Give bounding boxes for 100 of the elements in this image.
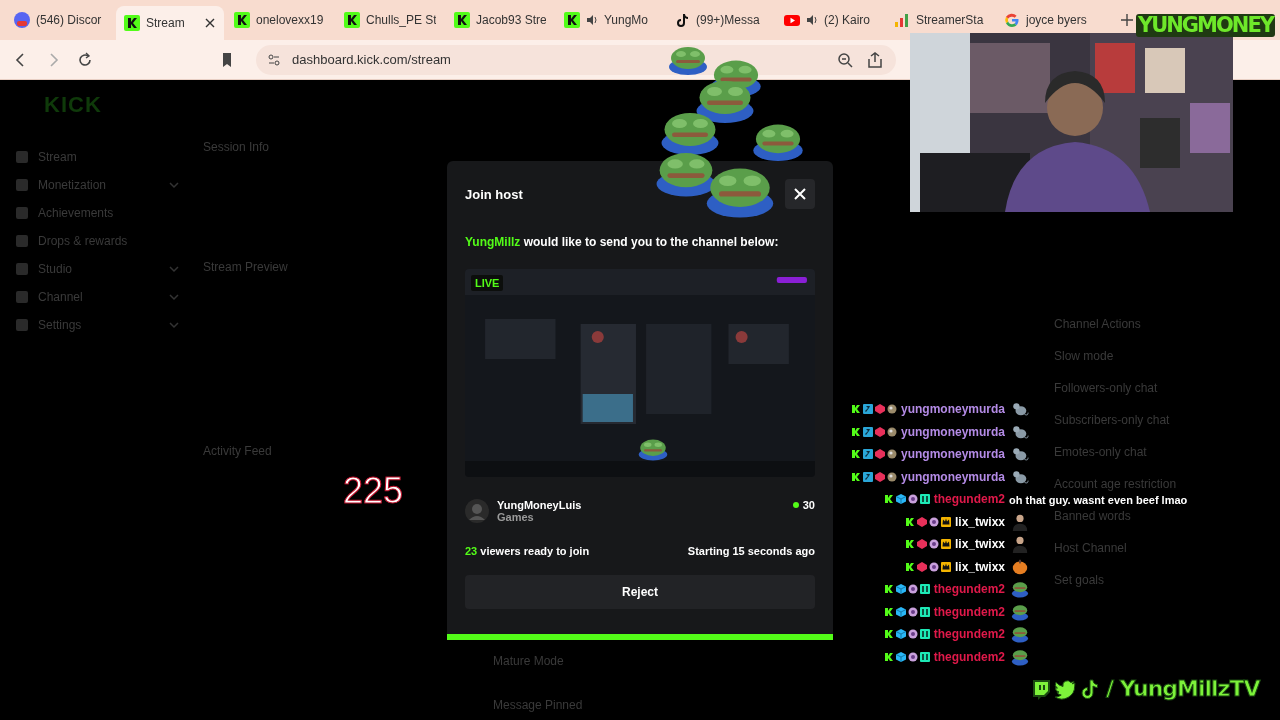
panel-title: Stream Preview: [203, 260, 289, 274]
frog-emote-icon: [1011, 647, 1029, 666]
tag-badge-icon: [919, 606, 930, 617]
chat-username[interactable]: lix_twixx: [954, 537, 1005, 551]
badge-icon: [904, 539, 915, 549]
orb-badge-icon: [907, 651, 918, 662]
crown-badge-icon: [940, 561, 951, 572]
reject-button[interactable]: Reject: [465, 575, 815, 609]
browser-tab[interactable]: Jacob93 Stre: [446, 5, 554, 35]
orb-badge-icon: [928, 516, 939, 527]
chat-username[interactable]: yungmoneymurda: [901, 424, 1005, 439]
browser-tab[interactable]: (2) Kairo: [776, 5, 884, 35]
channel-category: Games: [497, 511, 535, 523]
google-g-icon: [1004, 12, 1020, 28]
pumpkin-emote-icon: [1011, 557, 1029, 576]
favicon-icon: [124, 15, 140, 31]
chat-username[interactable]: thegundem2: [933, 582, 1005, 596]
badge-icon: [904, 561, 915, 572]
badge-icon: [851, 471, 861, 482]
badge-icon: [883, 651, 894, 662]
badge-icon: [904, 516, 915, 527]
person-emote-icon: [1011, 535, 1029, 553]
browser-tab[interactable]: (546) Discor: [6, 5, 114, 35]
panel-title: Activity Feed: [203, 444, 273, 458]
crown-badge-icon: [940, 539, 951, 549]
gem-badge-icon: [916, 561, 927, 572]
cube-badge-icon: [895, 494, 906, 504]
cube-badge-icon: [895, 629, 906, 639]
chat-username[interactable]: lix_twixx: [954, 514, 1005, 529]
badge-icon: [883, 584, 894, 594]
chat-username[interactable]: lix_twixx: [954, 559, 1005, 574]
nav-icon: [16, 151, 28, 163]
chat-username[interactable]: yungmoneymurda: [901, 402, 1005, 416]
address-bar[interactable]: dashboard.kick.com/stream: [256, 44, 896, 75]
nav-icon: [16, 179, 28, 191]
tag-badge-icon: [919, 584, 930, 594]
bird-icon: [1054, 677, 1076, 700]
orb-badge-icon: [928, 539, 939, 549]
browser-tab[interactable]: YungMo: [556, 5, 664, 35]
browser-tab[interactable]: Chulls_PE St: [336, 5, 444, 35]
person-emote-icon: [1011, 512, 1029, 531]
frog-emote-icon: [660, 110, 720, 155]
panel-item: Message Pinned: [493, 698, 583, 712]
chat-username[interactable]: thegundem2: [933, 492, 1005, 506]
gem-badge-icon: [916, 516, 927, 527]
logo-text: YUNGMONEY: [1136, 14, 1275, 37]
orb-badge-icon: [887, 426, 897, 437]
avatar-icon: [465, 499, 489, 523]
chat-username[interactable]: thegundem2: [933, 627, 1005, 641]
site-settings-icon[interactable]: [268, 53, 280, 66]
channel-name[interactable]: YungMoneyLuis: [497, 499, 785, 511]
browser-tab[interactable]: (99+)Messa: [666, 5, 774, 35]
close-icon[interactable]: [204, 17, 216, 29]
chat-username[interactable]: thegundem2: [933, 649, 1005, 664]
chat-username[interactable]: yungmoneymurda: [901, 447, 1005, 461]
start-time-text: Starting 15 seconds ago: [687, 545, 815, 557]
ready-viewers-text: 23 viewers ready to join: [465, 545, 590, 557]
share-icon[interactable]: [866, 50, 884, 69]
chat-username[interactable]: thegundem2: [933, 604, 1005, 619]
note-icon: [1078, 677, 1100, 700]
badge-icon: [851, 404, 861, 414]
badge-icon: [851, 426, 861, 437]
social-handle: / YungMillzTV: [1106, 676, 1260, 701]
browser-tab[interactable]: joyce byers: [996, 5, 1104, 35]
viewer-count: 30: [802, 499, 815, 511]
nav-icon: [16, 319, 28, 331]
cube-badge-icon: [895, 584, 906, 594]
browser-tab[interactable]: StreamerSta: [886, 5, 994, 35]
invite-message: YungMillz would like to send you to the channel below:: [465, 235, 780, 249]
badge-icon: [851, 449, 861, 459]
close-button[interactable]: [785, 179, 815, 209]
chat-bubble-icon: [1030, 677, 1052, 700]
zoom-icon[interactable]: [836, 50, 854, 69]
panel-item: Mature Mode: [493, 654, 564, 668]
new-tab-icon[interactable]: [1120, 13, 1134, 27]
tag-badge-icon: [919, 494, 930, 504]
gem-badge-icon: [875, 404, 885, 414]
tag-badge-icon: [919, 629, 930, 639]
frog-emote-icon: [1011, 602, 1029, 621]
frog-emote-icon: [668, 45, 708, 75]
tag-badge-icon: [919, 651, 930, 662]
crown-badge-icon: [940, 516, 951, 527]
orb-badge-icon: [907, 584, 918, 594]
note-icon: [674, 12, 690, 28]
orb-badge-icon: [887, 449, 897, 459]
favicon-icon: [564, 12, 580, 28]
frog-emote-icon: [638, 438, 668, 461]
orb-badge-icon: [907, 606, 918, 617]
browser-tab[interactable]: Stream: [116, 6, 224, 40]
frog-emote-icon: [752, 122, 804, 161]
browser-tab[interactable]: onelovexx19: [226, 5, 334, 35]
logo: KICK: [44, 92, 103, 118]
rat-emote-icon: [1011, 445, 1029, 463]
reload-icon[interactable]: [76, 50, 94, 69]
badge-icon: [883, 606, 894, 617]
orb-badge-icon: [907, 494, 918, 504]
chat-username[interactable]: yungmoneymurda: [901, 469, 1005, 484]
nav-icon: [16, 291, 28, 303]
gem-badge-icon: [875, 426, 885, 437]
live-dot-icon: [792, 502, 799, 508]
